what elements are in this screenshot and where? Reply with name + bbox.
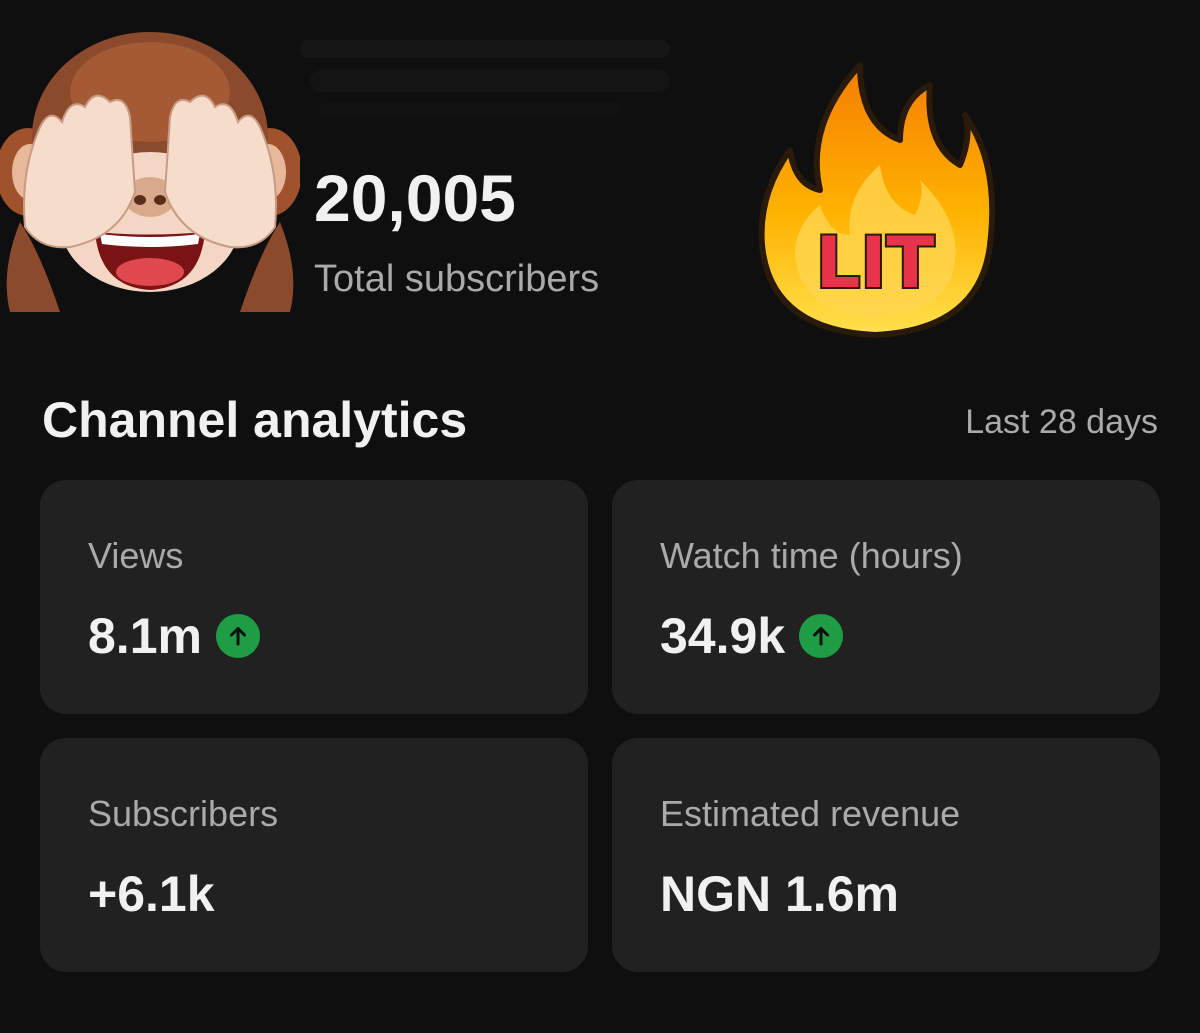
channel-header: 20,005 Total subscribers LIT <box>0 0 1200 360</box>
revenue-value: NGN 1.6m <box>660 866 899 922</box>
watch-time-value: 34.9k <box>660 608 786 664</box>
redacted-channel-name <box>300 40 670 116</box>
watch-time-value-row: 34.9k <box>660 606 844 666</box>
subscribers-value: +6.1k <box>88 866 215 922</box>
period-selector[interactable]: Last 28 days <box>965 400 1158 444</box>
arrow-up-icon <box>215 614 260 658</box>
views-value-row: 8.1m <box>88 606 260 666</box>
total-subscribers-label: Total subscribers <box>314 258 600 300</box>
watch-time-card[interactable]: Watch time (hours) 34.9k <box>612 480 1160 714</box>
subscribers-card[interactable]: Subscribers +6.1k <box>40 738 588 972</box>
fire-icon: LIT <box>758 62 996 338</box>
total-subscribers-value: 20,005 <box>314 161 516 235</box>
revenue-value-row: NGN 1.6m <box>660 864 899 924</box>
revenue-label: Estimated revenue <box>660 793 961 834</box>
views-card[interactable]: Views 8.1m <box>40 480 588 714</box>
watch-time-label: Watch time (hours) <box>660 535 963 576</box>
revenue-card[interactable]: Estimated revenue NGN 1.6m <box>612 738 1160 972</box>
arrow-up-icon <box>799 614 844 658</box>
views-label: Views <box>88 535 184 576</box>
subscribers-value-row: +6.1k <box>88 864 215 924</box>
lit-text: LIT <box>816 222 935 304</box>
views-value: 8.1m <box>88 608 202 664</box>
subscribers-label: Subscribers <box>88 793 279 834</box>
see-no-evil-monkey-icon <box>0 32 300 312</box>
section-title: Channel analytics <box>42 392 468 448</box>
